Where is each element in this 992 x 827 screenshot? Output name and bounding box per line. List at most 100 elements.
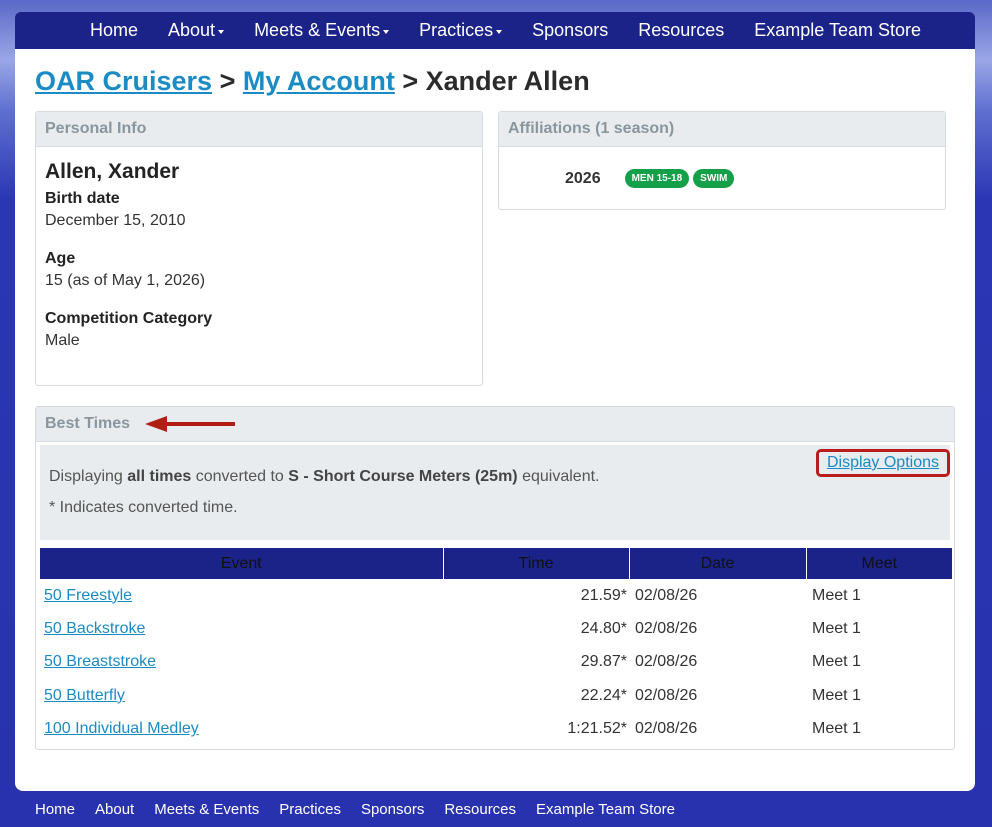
age-label: Age bbox=[45, 250, 76, 267]
best-times-header: Best Times bbox=[36, 407, 954, 442]
table-cell-time: 29.87* bbox=[443, 646, 629, 679]
personal-info-panel: Personal Info Allen, Xander Birth date D… bbox=[35, 111, 483, 386]
table-cell-event: 50 Freestyle bbox=[40, 579, 443, 612]
nav-item-label: Sponsors bbox=[532, 20, 609, 40]
best-time-value: 21.59* bbox=[580, 586, 627, 604]
age-value: 15 (as of May 1, 2026) bbox=[45, 272, 206, 289]
caret-down-icon bbox=[496, 29, 503, 34]
footer-link-practices[interactable]: Practices bbox=[269, 801, 351, 818]
competition-category-label: Competition Category bbox=[45, 310, 213, 327]
best-time-value: 1:21.52* bbox=[567, 720, 627, 738]
nav-item-label: Meets & Events bbox=[254, 20, 381, 40]
table-cell-meet: Meet 1 bbox=[806, 612, 952, 645]
swim-date-value: 02/08/26 bbox=[635, 620, 698, 638]
table-cell-date: 02/08/26 bbox=[629, 646, 806, 679]
table-row: 50 Butterfly 22.24* 02/08/26 Meet 1 bbox=[40, 679, 952, 712]
breadcrumb: OAR Cruisers > My Account > Xander Allen bbox=[35, 66, 590, 97]
nav-item-sponsors[interactable]: Sponsors bbox=[517, 20, 623, 41]
table-row: 50 Freestyle 21.59* 02/08/26 Meet 1 bbox=[40, 579, 952, 612]
column-header-date[interactable]: Date bbox=[629, 548, 807, 579]
conversion-info-text: Displaying all times converted to S - Sh… bbox=[49, 468, 600, 485]
column-header-time[interactable]: Time bbox=[443, 548, 630, 579]
footer-link-home[interactable]: Home bbox=[25, 801, 85, 818]
nav-item-label: Resources bbox=[638, 20, 725, 40]
swim-date-value: 02/08/26 bbox=[635, 586, 698, 604]
caret-down-icon bbox=[218, 29, 225, 34]
swim-date-value: 02/08/26 bbox=[635, 720, 698, 738]
swim-date-value: 02/08/26 bbox=[635, 653, 698, 671]
nav-item-about[interactable]: About bbox=[153, 20, 239, 41]
nav-item-home[interactable]: Home bbox=[75, 20, 153, 41]
nav-item-practices[interactable]: Practices bbox=[404, 20, 517, 41]
table-row: 100 Individual Medley 1:21.52* 02/08/26 Mee… bbox=[40, 713, 952, 746]
footer-link-about[interactable]: About bbox=[85, 801, 144, 818]
footer-link-resources[interactable]: Resources bbox=[434, 801, 526, 818]
nav-item-meets-events[interactable]: Meets & Events bbox=[239, 20, 404, 41]
table-cell-meet: Meet 1 bbox=[806, 579, 952, 612]
nav-item-label: Practices bbox=[419, 20, 494, 40]
best-times-heading: Best Times bbox=[45, 415, 131, 432]
nav-item-example-team-store[interactable]: Example Team Store bbox=[739, 20, 936, 41]
table-cell-event: 50 Backstroke bbox=[40, 612, 443, 645]
nav-item-resources[interactable]: Resources bbox=[623, 20, 739, 41]
converted-time-note: * Indicates converted time. bbox=[49, 499, 238, 516]
swim-date-value: 02/08/26 bbox=[635, 686, 698, 704]
nav-item-label: Home bbox=[90, 20, 139, 40]
table-cell-meet: Meet 1 bbox=[806, 679, 952, 712]
column-header-meet[interactable]: Meet bbox=[806, 548, 952, 579]
breadcrumb-separator: > bbox=[394, 66, 426, 96]
age-group-badge: MEN 15-18 bbox=[624, 169, 690, 188]
meet-name-value: Meet 1 bbox=[812, 620, 861, 638]
breadcrumb-team-link[interactable]: OAR Cruisers bbox=[35, 66, 212, 96]
best-times-table: Event Time Date Meet 50 Freestyle 21.59* 0… bbox=[40, 548, 952, 746]
table-cell-event: 100 Individual Medley bbox=[40, 713, 443, 746]
affiliation-year: 2026 bbox=[565, 169, 601, 187]
event-name-link[interactable]: 50 Freestyle bbox=[44, 587, 132, 604]
column-header-event[interactable]: Event bbox=[40, 548, 444, 579]
footer-link-sponsors[interactable]: Sponsors bbox=[351, 801, 434, 818]
best-time-value: 22.24* bbox=[580, 686, 627, 704]
breadcrumb-separator: > bbox=[212, 66, 243, 96]
table-cell-time: 24.80* bbox=[443, 612, 629, 645]
table-row: 50 Breaststroke 29.87* 02/08/26 Meet 1 bbox=[40, 646, 952, 679]
breadcrumb-current: Xander Allen bbox=[425, 66, 590, 96]
nav-item-label: About bbox=[168, 20, 216, 40]
affiliations-heading: Affiliations (1 season) bbox=[499, 112, 945, 147]
event-name-link[interactable]: 100 Individual Medley bbox=[44, 720, 199, 737]
table-cell-time: 22.24* bbox=[443, 679, 629, 712]
table-cell-meet: Meet 1 bbox=[806, 646, 952, 679]
table-cell-date: 02/08/26 bbox=[629, 612, 806, 645]
best-times-panel: Best Times Displaying all times converte… bbox=[35, 406, 955, 750]
table-cell-date: 02/08/26 bbox=[629, 579, 806, 612]
table-cell-event: 50 Breaststroke bbox=[40, 646, 443, 679]
footer-link-example-team-store[interactable]: Example Team Store bbox=[526, 801, 685, 818]
footer-navigation: Home About Meets & Events Practices Sponsors… bbox=[25, 801, 685, 818]
meet-name-value: Meet 1 bbox=[812, 653, 861, 671]
competition-category-value: Male bbox=[45, 332, 80, 349]
main-content: OAR Cruisers > My Account > Xander Allen… bbox=[15, 49, 975, 791]
event-name-link[interactable]: 50 Butterfly bbox=[44, 687, 125, 704]
best-time-value: 29.87* bbox=[580, 653, 627, 671]
sport-badge: SWIM bbox=[693, 169, 735, 188]
table-cell-meet: Meet 1 bbox=[806, 713, 952, 746]
table-cell-date: 02/08/26 bbox=[629, 713, 806, 746]
caret-down-icon bbox=[383, 29, 390, 34]
event-name-link[interactable]: 50 Backstroke bbox=[44, 620, 145, 637]
meet-name-value: Meet 1 bbox=[812, 720, 861, 738]
meet-name-value: Meet 1 bbox=[812, 586, 861, 604]
breadcrumb-account-link[interactable]: My Account bbox=[243, 66, 395, 96]
best-time-value: 24.80* bbox=[580, 620, 627, 638]
top-navigation: Home About Meets & Events Practices Sponsors… bbox=[15, 12, 975, 49]
athlete-name: Allen, Xander bbox=[45, 160, 180, 183]
table-cell-event: 50 Butterfly bbox=[40, 679, 443, 712]
affiliations-panel: Affiliations (1 season) 2026 MEN 15-18 S… bbox=[498, 111, 946, 210]
birth-date-label: Birth date bbox=[45, 190, 120, 207]
display-options-link[interactable]: Display Options bbox=[827, 454, 939, 471]
footer-link-meets-events[interactable]: Meets & Events bbox=[144, 801, 269, 818]
display-options-highlight: Display Options bbox=[815, 449, 950, 477]
event-name-link[interactable]: 50 Breaststroke bbox=[44, 653, 156, 670]
table-row: 50 Backstroke 24.80* 02/08/26 Meet 1 bbox=[40, 612, 952, 645]
birth-date-value: December 15, 2010 bbox=[45, 212, 186, 229]
table-cell-date: 02/08/26 bbox=[629, 679, 806, 712]
table-header-row: Event Time Date Meet bbox=[40, 548, 952, 579]
